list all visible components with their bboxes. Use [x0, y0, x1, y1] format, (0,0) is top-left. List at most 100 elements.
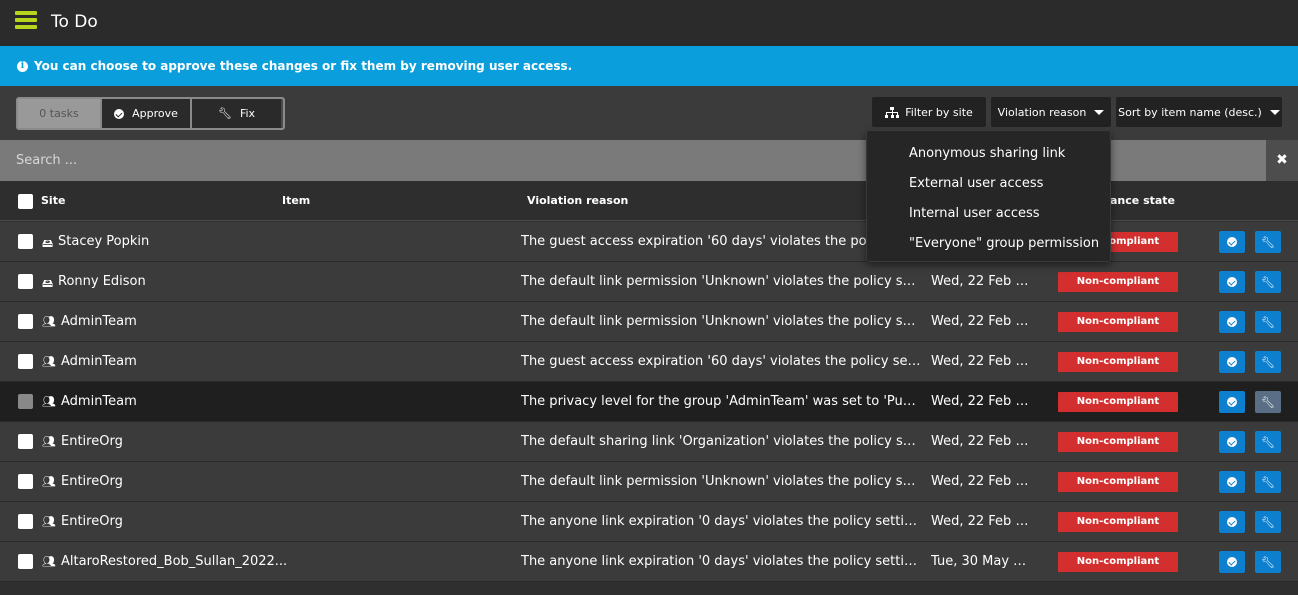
date: Wed, 22 Feb 2023 — [931, 394, 1031, 409]
filter-by-site-button[interactable]: Filter by site — [872, 97, 986, 127]
column-item[interactable]: Item — [282, 194, 310, 207]
table-row[interactable]: 🖴︎ Ronny Edison The default link permissio… — [0, 262, 1298, 302]
table-row[interactable]: 👥︎ EntireOrg The anyone link expiration '0… — [0, 502, 1298, 542]
table-row[interactable]: 👥︎ AdminTeam The default link permission '… — [0, 302, 1298, 342]
violation-reason: The guest access expiration '60 days' vi… — [521, 354, 921, 369]
row-approve-button[interactable] — [1219, 311, 1245, 333]
date: Tue, 30 May 2023 — [931, 554, 1031, 569]
wrench-icon: 🔧︎ — [1261, 315, 1275, 329]
violation-reason: The guest access expiration '60 days' vi… — [521, 234, 921, 249]
check-circle-icon — [1227, 277, 1237, 287]
violation-reason: The default link permission 'Unknown' vi… — [521, 314, 921, 329]
menu-item-external-user-access[interactable]: External user access — [909, 176, 1043, 191]
column-compliance-state[interactable]: ance state — [1110, 194, 1175, 207]
violation-reason: The anyone link expiration '0 days' viol… — [521, 554, 921, 569]
date: Wed, 22 Feb 2023 — [931, 314, 1031, 329]
violation-reason: The privacy level for the group 'AdminTe… — [521, 394, 921, 409]
wrench-icon: 🔧︎ — [217, 107, 232, 120]
row-checkbox[interactable] — [18, 354, 33, 369]
violation-reason: The default link permission 'Unknown' vi… — [521, 474, 921, 489]
row-approve-button[interactable] — [1219, 351, 1245, 373]
group-icon: 👥︎ — [42, 515, 56, 528]
sort-label: Sort by item name (desc.) — [1118, 105, 1262, 119]
approve-label: Approve — [132, 107, 178, 120]
column-violation-reason[interactable]: Violation reason — [527, 194, 628, 207]
wrench-icon: 🔧︎ — [1261, 475, 1275, 489]
row-checkbox[interactable] — [18, 474, 33, 489]
row-approve-button[interactable] — [1219, 471, 1245, 493]
date: Wed, 22 Feb 2023 — [931, 514, 1031, 529]
status-badge: Non-compliant — [1058, 272, 1178, 292]
clear-search-button[interactable]: ✖ — [1266, 140, 1298, 181]
fix-button[interactable]: 🔧︎ Fix — [190, 99, 281, 128]
column-site[interactable]: Site — [41, 194, 65, 207]
row-fix-button[interactable]: 🔧︎ — [1255, 551, 1281, 573]
status-badge: Non-compliant — [1058, 552, 1178, 572]
date: Wed, 22 Feb 2023 — [931, 474, 1031, 489]
row-fix-button[interactable]: 🔧︎ — [1255, 471, 1281, 493]
violation-reason-menu: Anonymous sharing link External user acc… — [866, 130, 1111, 262]
violation-reason: The default sharing link 'Organization' … — [521, 434, 921, 449]
row-fix-button[interactable]: 🔧︎ — [1255, 231, 1281, 253]
row-approve-button[interactable] — [1219, 391, 1245, 413]
row-checkbox[interactable] — [18, 514, 33, 529]
row-checkbox[interactable] — [18, 554, 33, 569]
status-badge: Non-compliant — [1058, 472, 1178, 492]
check-circle-icon — [1227, 317, 1237, 327]
wrench-icon: 🔧︎ — [1261, 395, 1275, 409]
row-approve-button[interactable] — [1219, 551, 1245, 573]
row-checkbox[interactable] — [18, 394, 33, 409]
drive-icon: 🖴︎ — [42, 237, 54, 250]
row-approve-button[interactable] — [1219, 511, 1245, 533]
site-name: EntireOrg — [61, 474, 123, 489]
row-approve-button[interactable] — [1219, 271, 1245, 293]
group-icon: 👥︎ — [42, 475, 56, 488]
table-row[interactable]: 👥︎ EntireOrg The default link permission '… — [0, 462, 1298, 502]
row-checkbox[interactable] — [18, 274, 33, 289]
row-fix-button[interactable]: 🔧︎ — [1255, 271, 1281, 293]
status-badge: Non-compliant — [1058, 432, 1178, 452]
row-fix-button[interactable]: 🔧︎ — [1255, 431, 1281, 453]
row-approve-button[interactable] — [1219, 431, 1245, 453]
table-row[interactable]: 👥︎ AltaroRestored_Bob_Sullan_2022... The a… — [0, 542, 1298, 582]
menu-item-anonymous-sharing-link[interactable]: Anonymous sharing link — [909, 146, 1065, 161]
site-name: Ronny Edison — [58, 274, 146, 289]
row-approve-button[interactable] — [1219, 231, 1245, 253]
info-banner: i You can choose to approve these change… — [0, 46, 1298, 86]
row-checkbox[interactable] — [18, 314, 33, 329]
row-fix-button[interactable]: 🔧︎ — [1255, 511, 1281, 533]
sitemap-icon — [885, 106, 900, 118]
close-icon: ✖ — [1276, 152, 1288, 168]
table-row[interactable]: 👥︎ EntireOrg The default sharing link 'Org… — [0, 422, 1298, 462]
row-fix-button[interactable]: 🔧︎ — [1255, 391, 1281, 413]
violation-reason: The default link permission 'Unknown' vi… — [521, 274, 921, 289]
page-title: To Do — [51, 12, 98, 32]
violation-reason-label: Violation reason — [997, 105, 1087, 119]
date: Wed, 22 Feb 2023 — [931, 434, 1031, 449]
filter-by-site-label: Filter by site — [905, 105, 973, 119]
check-circle-icon — [1227, 437, 1237, 447]
site-name: AltaroRestored_Bob_Sullan_2022... — [61, 554, 288, 569]
check-circle-icon — [1227, 477, 1237, 487]
check-circle-icon — [1227, 357, 1237, 367]
tasks-count: 0 tasks — [18, 99, 100, 128]
table-row[interactable]: 👥︎ AdminTeam The privacy level for the gro… — [0, 382, 1298, 422]
fix-label: Fix — [239, 107, 256, 120]
wrench-icon: 🔧︎ — [1261, 235, 1275, 249]
menu-item-everyone-group-permission[interactable]: "Everyone" group permission — [909, 236, 1099, 251]
info-icon: i — [17, 61, 28, 72]
select-all-checkbox[interactable] — [18, 194, 33, 209]
row-checkbox[interactable] — [18, 434, 33, 449]
sort-dropdown[interactable]: Sort by item name (desc.) — [1116, 97, 1282, 127]
drive-icon: 🖴︎ — [42, 277, 54, 290]
approve-button[interactable]: Approve — [100, 99, 190, 128]
search-input[interactable] — [16, 153, 816, 168]
group-icon: 👥︎ — [42, 315, 56, 328]
title-bar: To Do — [0, 0, 1298, 46]
menu-item-internal-user-access[interactable]: Internal user access — [909, 206, 1040, 221]
table-row[interactable]: 👥︎ AdminTeam The guest access expiration '… — [0, 342, 1298, 382]
row-fix-button[interactable]: 🔧︎ — [1255, 351, 1281, 373]
row-fix-button[interactable]: 🔧︎ — [1255, 311, 1281, 333]
row-checkbox[interactable] — [18, 234, 33, 249]
violation-reason-dropdown[interactable]: Violation reason — [991, 97, 1111, 127]
